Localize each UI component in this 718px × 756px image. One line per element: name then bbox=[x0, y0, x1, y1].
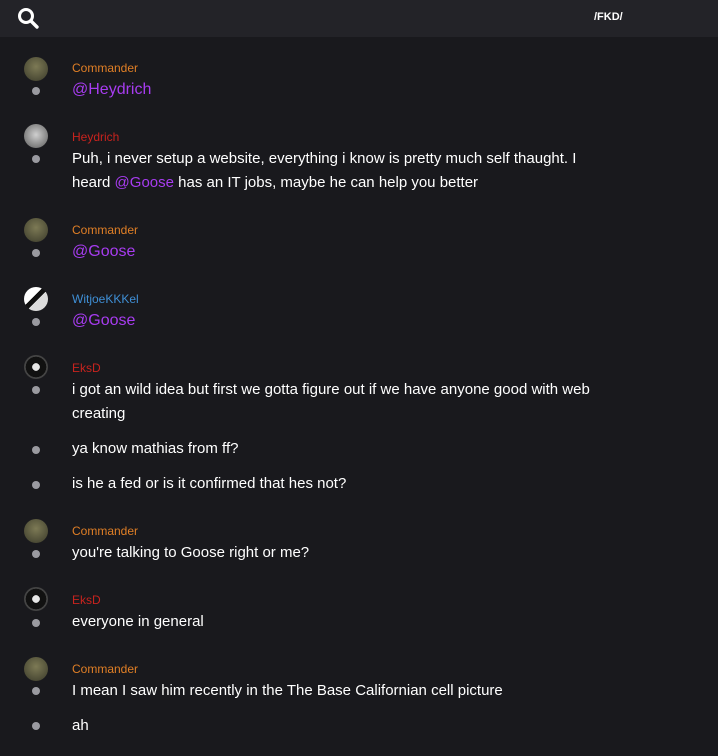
username[interactable]: Commander bbox=[72, 662, 138, 676]
avatar[interactable] bbox=[24, 57, 48, 81]
mention-link[interactable]: @Goose bbox=[72, 312, 135, 329]
message-bullet bbox=[32, 155, 40, 163]
mention-link[interactable]: @Goose bbox=[72, 243, 135, 260]
message-text: @Goose bbox=[72, 309, 652, 333]
avatar[interactable] bbox=[24, 519, 48, 543]
username[interactable]: EksD bbox=[72, 593, 101, 607]
message-text: Puh, i never setup a website, everything… bbox=[72, 150, 577, 191]
message-bullet bbox=[32, 550, 40, 558]
message-bullet bbox=[32, 386, 40, 394]
message-bullet bbox=[32, 318, 40, 326]
message-text: everyone in general bbox=[72, 613, 204, 630]
username[interactable]: Heydrich bbox=[72, 130, 119, 144]
message-text: ya know mathias from ff? bbox=[72, 440, 239, 457]
avatar[interactable] bbox=[24, 124, 48, 148]
message-text: ah bbox=[72, 717, 89, 734]
mention-link[interactable]: @Goose bbox=[115, 174, 174, 191]
message-text: i got an wild idea but first we gotta fi… bbox=[72, 381, 590, 422]
top-bar: /FKD/ bbox=[0, 0, 718, 37]
message-bullet bbox=[32, 446, 40, 454]
avatar[interactable] bbox=[24, 218, 48, 242]
message-bullet bbox=[32, 619, 40, 627]
message-text: I mean I saw him recently in the The Bas… bbox=[72, 682, 503, 699]
search-icon[interactable] bbox=[16, 6, 40, 30]
username[interactable]: Commander bbox=[72, 61, 138, 75]
avatar[interactable] bbox=[24, 355, 48, 379]
username[interactable]: Commander bbox=[72, 223, 138, 237]
mention-link[interactable]: @Heydrich bbox=[72, 81, 151, 98]
username[interactable]: WitjoeKKKel bbox=[72, 292, 139, 306]
message-text: @Heydrich bbox=[72, 78, 652, 102]
message-bullet bbox=[32, 87, 40, 95]
message-bullet bbox=[32, 722, 40, 730]
message-text: you're talking to Goose right or me? bbox=[72, 544, 310, 561]
message-bullet bbox=[32, 249, 40, 257]
message-text: is he a fed or is it confirmed that hes … bbox=[72, 475, 347, 492]
avatar[interactable] bbox=[24, 587, 48, 611]
avatar[interactable] bbox=[24, 287, 48, 311]
username[interactable]: EksD bbox=[72, 361, 101, 375]
message-bullet bbox=[32, 687, 40, 695]
avatar[interactable] bbox=[24, 657, 48, 681]
channel-name: /FKD/ bbox=[594, 11, 623, 23]
message-bullet bbox=[32, 481, 40, 489]
username[interactable]: Commander bbox=[72, 524, 138, 538]
message-text: @Goose bbox=[72, 240, 652, 264]
